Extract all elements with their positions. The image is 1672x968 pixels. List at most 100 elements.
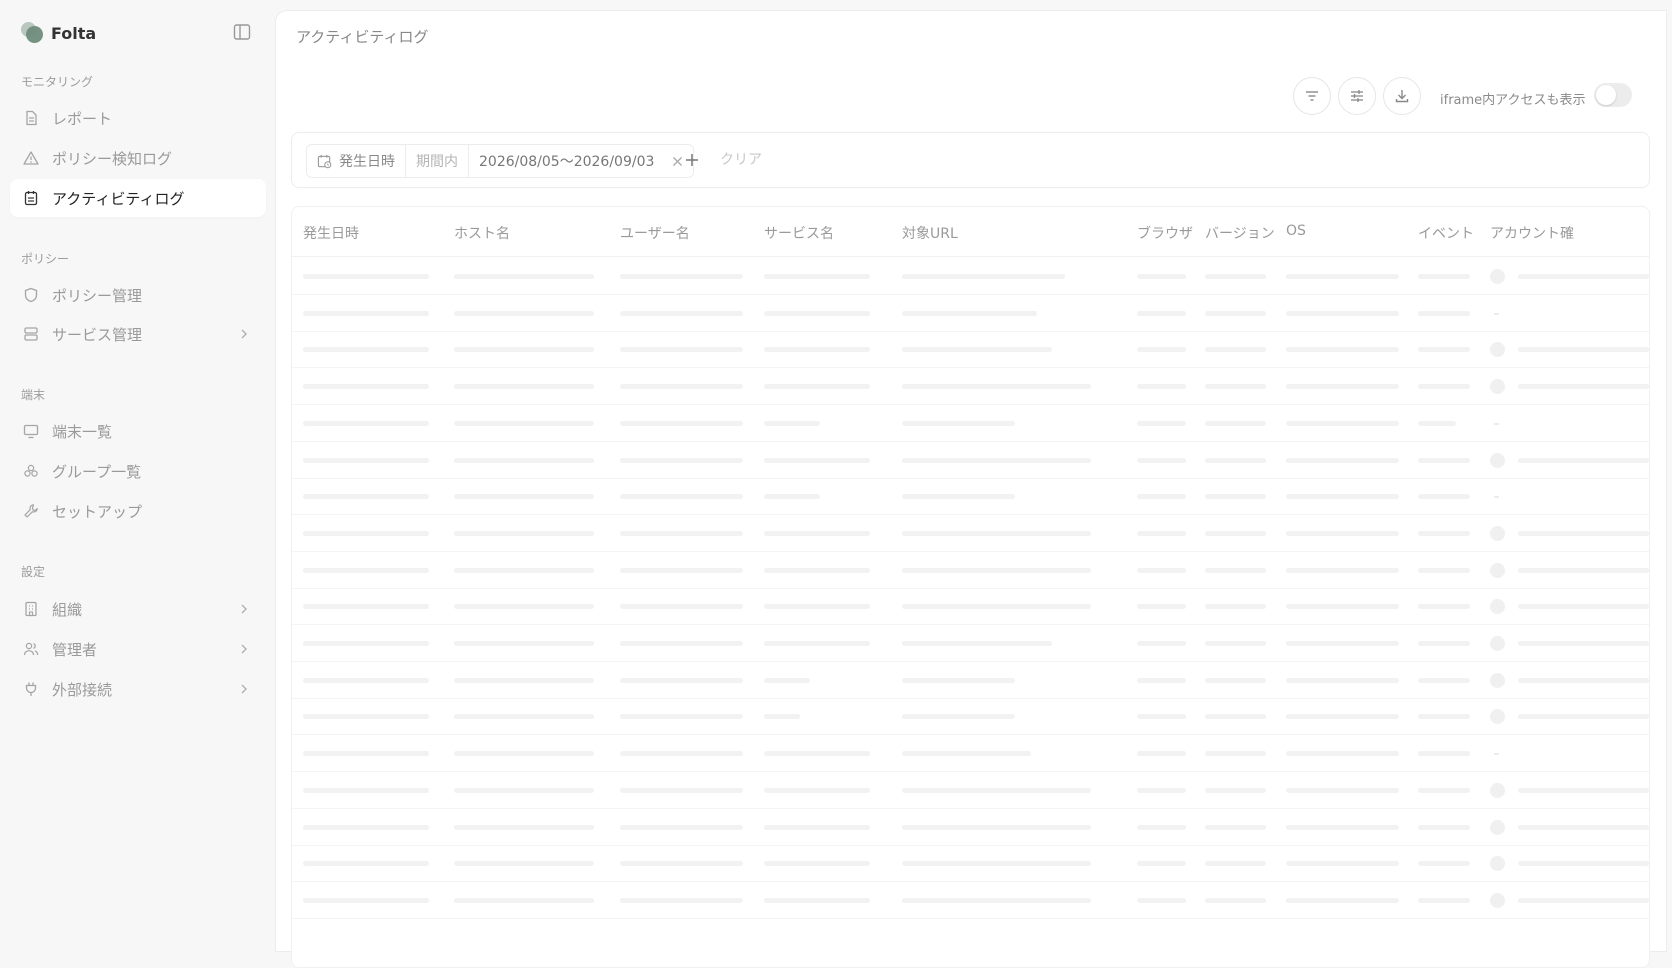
skeleton-cell	[1518, 677, 1649, 683]
skeleton-cell	[620, 861, 743, 867]
filter-value[interactable]: 2026/08/05〜2026/09/03	[469, 145, 693, 177]
skeleton-cell	[1418, 567, 1470, 573]
sidebar-item-administrators[interactable]: 管理者	[10, 630, 266, 668]
table-row[interactable]	[292, 807, 1649, 846]
filter-operator[interactable]: 期間内	[406, 145, 469, 177]
sidebar-item-activity-log[interactable]: アクティビティログ	[10, 179, 266, 217]
page-title: アクティビティログ	[296, 28, 429, 46]
skeleton-cell	[1205, 530, 1266, 536]
skeleton-cell	[454, 274, 594, 279]
column-settings-button[interactable]	[1338, 77, 1376, 115]
column-header[interactable]: ホスト名	[454, 223, 510, 243]
filter-value-text: 2026/08/05〜2026/09/03	[479, 154, 655, 170]
sidebar-item-external-connections[interactable]: 外部接続	[10, 670, 266, 708]
skeleton-cell	[1286, 641, 1399, 646]
skeleton-cell	[303, 787, 429, 793]
skeleton-cell	[1518, 274, 1649, 279]
filter-button[interactable]	[1293, 77, 1331, 115]
column-header[interactable]: ユーザー名	[620, 223, 690, 243]
table-row[interactable]	[292, 770, 1649, 809]
table-row[interactable]	[292, 476, 1649, 516]
table-row[interactable]	[292, 293, 1649, 332]
sidebar-item-group-list[interactable]: グループ一覧	[10, 452, 266, 490]
skeleton-cell	[303, 677, 429, 683]
skeleton-cell	[454, 384, 594, 390]
skeleton-cell	[620, 824, 743, 830]
skeleton-cell	[1518, 861, 1649, 867]
column-header[interactable]: OS	[1286, 223, 1306, 239]
table-row[interactable]	[292, 660, 1649, 699]
column-header[interactable]: イベント	[1418, 223, 1474, 243]
skeleton-cell	[303, 714, 429, 720]
sidebar-toggle-icon[interactable]	[233, 23, 251, 41]
close-icon[interactable]	[672, 156, 683, 167]
skeleton-cell	[1137, 677, 1186, 683]
skeleton-cell	[303, 530, 429, 536]
sidebar-item-policy-management[interactable]: ポリシー管理	[10, 276, 266, 314]
sidebar-item-report[interactable]: レポート	[10, 99, 266, 137]
skeleton-cell	[303, 751, 429, 757]
chevron-right-icon	[241, 604, 247, 614]
sidebar-item-device-list[interactable]: 端末一覧	[10, 412, 266, 450]
skeleton-cell	[902, 861, 1091, 867]
table-row[interactable]	[292, 623, 1649, 662]
sidebar-item-organization[interactable]: 組織	[10, 590, 266, 628]
skeleton-avatar	[1490, 636, 1505, 651]
download-button[interactable]	[1383, 77, 1421, 115]
skeleton-avatar	[1490, 782, 1505, 798]
brand[interactable]: Folta	[21, 22, 96, 44]
table-row[interactable]	[292, 366, 1649, 406]
skeleton-cell	[764, 677, 810, 683]
skeleton-avatar	[1490, 452, 1505, 468]
skeleton-cell	[620, 494, 743, 500]
table-row[interactable]	[292, 513, 1649, 552]
clear-filters-button[interactable]: クリア	[720, 149, 762, 169]
column-header[interactable]: サービス名	[764, 223, 834, 243]
column-header[interactable]: バージョン	[1205, 223, 1275, 243]
column-header[interactable]: 対象URL	[902, 223, 958, 243]
filter-chip[interactable]: 発生日時 期間内 2026/08/05〜2026/09/03	[306, 144, 695, 178]
table-row[interactable]	[292, 256, 1649, 295]
table-row[interactable]	[292, 440, 1649, 479]
column-header[interactable]: ブラウザ	[1137, 223, 1193, 243]
table-row[interactable]	[292, 329, 1649, 369]
skeleton-cell	[1418, 787, 1470, 793]
sidebar-item-service-management[interactable]: サービス管理	[10, 315, 266, 353]
table-row[interactable]	[292, 403, 1649, 442]
table-row[interactable]	[292, 696, 1649, 736]
skeleton-cell	[1286, 861, 1399, 867]
sidebar-item-label: ポリシー管理	[52, 286, 143, 305]
table-row[interactable]	[292, 586, 1649, 626]
column-header[interactable]: アカウント確	[1490, 223, 1574, 243]
skeleton-cell	[1518, 714, 1649, 720]
skeleton-cell	[1418, 861, 1470, 867]
iframe-toggle-label: iframe内アクセスも表示	[1440, 93, 1586, 108]
skeleton-cell	[902, 897, 1091, 903]
table-row[interactable]	[292, 843, 1649, 883]
skeleton-cell	[1205, 677, 1266, 683]
sidebar-item-policy-detection-log[interactable]: ポリシー検知ログ	[10, 139, 266, 177]
skeleton-avatar	[1490, 379, 1505, 395]
table-row[interactable]	[292, 733, 1649, 773]
chevron-right-icon	[241, 644, 247, 654]
users-icon	[23, 642, 39, 656]
skeleton-cell	[1418, 384, 1470, 390]
skeleton-cell	[1286, 567, 1399, 573]
filter-field[interactable]: 発生日時	[307, 145, 406, 177]
activity-log-table: 発生日時 ホスト名 ユーザー名 サービス名 対象URL ブラウザ バージョン O…	[291, 206, 1650, 968]
sidebar-item-label: 管理者	[52, 640, 98, 659]
skeleton-cell	[303, 824, 429, 830]
skeleton-cell	[1205, 604, 1266, 610]
table-row[interactable]	[292, 550, 1649, 589]
iframe-access-toggle[interactable]	[1594, 83, 1632, 107]
add-filter-icon[interactable]	[683, 151, 701, 169]
skeleton-cell	[764, 897, 870, 903]
skeleton-cell	[1205, 824, 1266, 830]
skeleton-cell	[902, 347, 1052, 353]
column-header[interactable]: 発生日時	[303, 223, 359, 243]
sidebar-item-setup[interactable]: セットアップ	[10, 492, 266, 530]
skeleton-cell	[454, 824, 594, 830]
table-row[interactable]	[292, 880, 1649, 919]
skeleton-cell	[620, 567, 743, 573]
skeleton-cell	[764, 861, 870, 867]
